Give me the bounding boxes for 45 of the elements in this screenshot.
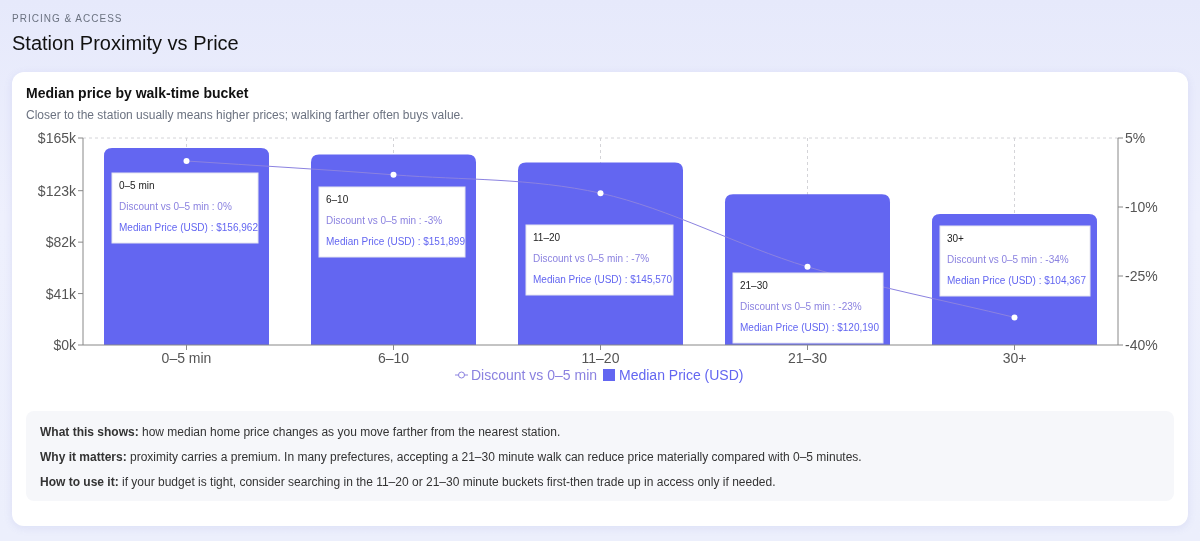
axis-label: 30+ bbox=[1002, 350, 1027, 366]
tooltip-value: Discount vs 0–5 min : -7% bbox=[533, 253, 650, 264]
info-text: How to use it: if your budget is tight, consider searching in the 11–20 or 21–30 minute buckets first-then trade up in access only if needed. bbox=[40, 474, 777, 490]
tooltip-value: Discount vs 0–5 min : 0% bbox=[119, 201, 232, 212]
tooltip-title: 30+ bbox=[947, 233, 964, 244]
axis-label: 5% bbox=[1125, 132, 1146, 146]
line-point bbox=[804, 263, 811, 270]
line-point bbox=[1011, 314, 1018, 321]
axis-label: $165k bbox=[37, 132, 76, 146]
legend-label: Median Price (USD) bbox=[619, 367, 744, 383]
tooltip-value: Median Price (USD) : $151,899 bbox=[326, 236, 465, 247]
line-point bbox=[597, 190, 604, 197]
axis-label: 11–20 bbox=[581, 350, 620, 366]
tooltip-value: Median Price (USD) : $120,190 bbox=[740, 322, 879, 333]
bar-legend-icon bbox=[603, 369, 615, 381]
axis-label: $0k bbox=[53, 337, 76, 353]
axis-label: $41k bbox=[45, 285, 76, 302]
info-text: Why it matters: proximity carries a premium. In many prefectures, accepting a 21–30 minute walk can reduce price materially compared with 0–5 minutes. bbox=[40, 449, 863, 465]
card-title: Median price by walk-time bucket bbox=[26, 85, 250, 101]
tooltip-value: Discount vs 0–5 min : -3% bbox=[326, 215, 443, 226]
axis-label: $82k bbox=[45, 234, 76, 251]
tooltip-value: Median Price (USD) : $156,962 bbox=[119, 222, 258, 233]
tooltip-value: Median Price (USD) : $145,570 bbox=[533, 274, 672, 285]
axis-label: 0–5 min bbox=[161, 350, 212, 366]
tooltip-title: 6–10 bbox=[326, 194, 349, 205]
axis-label: -25% bbox=[1125, 268, 1158, 284]
line-legend-icon bbox=[454, 371, 469, 379]
axis-label: -10% bbox=[1125, 199, 1158, 215]
axis-label: 6–10 bbox=[377, 350, 410, 366]
tooltip-value: Discount vs 0–5 min : -34% bbox=[947, 254, 1069, 265]
eyebrow-label: PRICING & ACCESS bbox=[12, 13, 124, 24]
line-point bbox=[183, 158, 190, 164]
axis-label: -40% bbox=[1125, 337, 1158, 353]
page-title: Station Proximity vs Price bbox=[12, 32, 240, 55]
axis-label: $123k bbox=[37, 182, 76, 199]
card-subtitle: Closer to the station usually means higher prices; walking farther often buys value. bbox=[26, 108, 465, 122]
line-point bbox=[390, 171, 397, 178]
axis-label: 21–30 bbox=[788, 350, 827, 366]
tooltip-value: Median Price (USD) : $104,367 bbox=[947, 275, 1086, 286]
tooltip-title: 0–5 min bbox=[119, 180, 155, 191]
legend-label: Discount vs 0–5 min bbox=[471, 367, 598, 383]
info-text: What this shows: how median home price changes as you move farther from the nearest station. bbox=[40, 424, 562, 440]
tooltip-title: 21–30 bbox=[740, 280, 768, 291]
tooltip-value: Discount vs 0–5 min : -23% bbox=[740, 301, 862, 312]
tooltip-title: 11–20 bbox=[533, 232, 561, 243]
